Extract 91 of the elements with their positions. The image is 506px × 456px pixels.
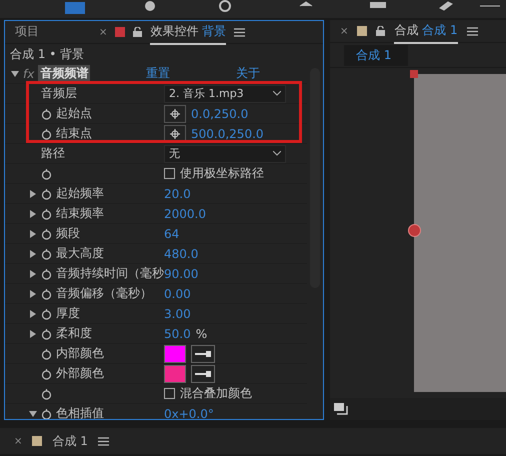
stopwatch-icon[interactable] [41,328,52,340]
anchor-point[interactable] [408,224,421,237]
property-label: 结束频率 [56,205,104,222]
breadcrumb: 合成 1 • 背景 [9,46,86,62]
stopwatch-icon[interactable] [41,308,52,320]
stopwatch-icon[interactable] [41,348,52,360]
chevron-icon [273,151,281,156]
stopwatch-icon[interactable] [41,408,52,419]
menu-icon[interactable] [98,436,109,446]
stopwatch-icon[interactable] [41,368,52,380]
collapse-arrow-icon[interactable] [29,410,37,418]
stopwatch-icon[interactable] [41,388,52,400]
value-field[interactable]: 2000.0 [164,206,206,220]
checkbox[interactable] [164,388,175,399]
property-label: 音频偏移（毫秒） [56,285,152,302]
expand-arrow-icon[interactable] [29,250,37,258]
value-field[interactable]: 20.0 [164,186,191,200]
region-icon[interactable] [334,403,348,415]
layer-dropdown[interactable]: 无 [164,144,286,162]
value-field[interactable]: 50.0 [164,326,191,340]
value-field[interactable]: 0x+0.0° [164,406,214,419]
property-label: 结束点 [56,125,92,142]
chevron-icon [273,91,281,96]
stopwatch-icon[interactable] [41,268,52,280]
fx-icon[interactable]: fx [23,66,34,80]
about-link[interactable]: 关于 [236,65,260,82]
stopwatch-icon[interactable] [41,248,52,260]
value-field[interactable]: 0.00 [164,286,191,300]
stopwatch-icon[interactable] [41,288,52,300]
unit-label: % [196,326,208,340]
value-field[interactable]: 90.00 [164,266,198,280]
expand-arrow-icon[interactable] [29,330,37,338]
value-field[interactable]: 3.00 [164,306,191,320]
stopwatch-icon[interactable] [41,128,52,140]
property-label: 起始点 [56,105,92,122]
expand-arrow-icon[interactable] [29,290,37,298]
color-swatch[interactable] [164,364,186,382]
checkbox-label: 混合叠加颜色 [180,385,252,402]
toolbar-drawing[interactable] [0,0,506,18]
panel-tab[interactable]: 合成 合成 1 [394,18,458,44]
expand-arrow-icon[interactable] [29,210,37,218]
property-label: 外部颜色 [56,365,104,382]
lock-icon[interactable] [133,27,142,37]
property-label: 厚度 [56,305,80,322]
close-button[interactable]: × [99,26,108,38]
layer-color-swatch [115,27,126,37]
stopwatch-icon[interactable] [41,208,52,220]
expand-arrow-icon[interactable] [29,190,37,198]
property-label: 柔和度 [56,325,92,342]
panel-tab[interactable]: 效果控件 背景 [150,20,226,44]
property-label: 起始频率 [56,185,104,202]
stopwatch-icon[interactable] [41,108,52,120]
timeline-tab[interactable]: 合成 1 [52,432,88,450]
crosshair-icon[interactable] [164,104,186,122]
close-button[interactable]: × [340,26,348,36]
crosshair-icon[interactable] [164,124,186,142]
panel-tab[interactable]: 项目 [15,20,39,44]
checkbox[interactable] [164,168,175,179]
comp-color-swatch [32,436,42,446]
property-label: 音频持续时间（毫秒 [56,265,164,282]
comp-color-swatch [357,26,368,36]
color-swatch[interactable] [164,344,186,362]
value-field[interactable]: 64 [164,226,180,240]
stopwatch-icon[interactable] [41,228,52,240]
property-label: 频段 [56,225,80,242]
checkbox-label: 使用极坐标路径 [180,165,264,182]
corner-handle[interactable] [410,70,418,78]
lock-icon[interactable] [376,26,386,36]
point-value[interactable]: 500.0,250.0 [191,126,264,140]
property-label: 色相插值 [56,405,104,419]
property-label: 内部颜色 [56,345,104,362]
menu-icon[interactable] [466,26,478,36]
effect-name[interactable]: 音频频谱 [38,65,90,82]
property-label: 最大高度 [56,245,104,262]
property-label: 音频层 [41,85,77,102]
stopwatch-icon[interactable] [41,188,52,200]
menu-icon[interactable] [234,28,246,36]
property-label: 路径 [41,145,65,162]
close-button[interactable]: × [14,436,22,446]
value-field[interactable]: 480.0 [164,246,198,260]
eyedropper-icon[interactable] [191,364,215,382]
reset-link[interactable]: 重置 [146,65,236,82]
comp-subtab[interactable]: 合成 1 [344,44,408,66]
stopwatch-icon[interactable] [41,168,52,180]
point-value[interactable]: 0.0,250.0 [191,106,248,120]
eyedropper-icon[interactable] [191,344,215,362]
layer-dropdown[interactable]: 2. 音乐 1.mp3 [164,84,286,102]
expand-arrow-icon[interactable] [29,270,37,278]
expand-arrow-icon[interactable] [29,230,37,238]
collapse-arrow-icon[interactable] [11,70,19,78]
expand-arrow-icon[interactable] [29,310,37,318]
